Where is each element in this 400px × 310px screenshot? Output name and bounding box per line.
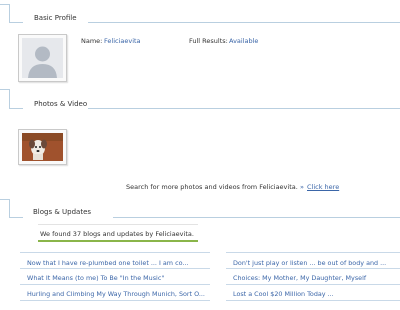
- photo-thumbnail[interactable]: [18, 129, 67, 165]
- header-rule: [88, 22, 400, 23]
- row-divider: [20, 284, 210, 285]
- header-rule: [113, 217, 400, 218]
- blog-item[interactable]: Choices: My Mother, My Daughter, Myself: [233, 274, 366, 282]
- row-divider: [20, 252, 210, 253]
- header-rule: [9, 199, 10, 217]
- row-divider: [226, 268, 400, 269]
- search-more-text: Search for more photos and videos from F…: [126, 183, 298, 191]
- header-rule: [9, 4, 10, 22]
- blog-item[interactable]: Don't just play or listen ... be out of …: [233, 259, 386, 267]
- row-divider: [20, 268, 210, 269]
- default-user-icon: [22, 38, 63, 78]
- summary-top-rule: [38, 224, 198, 225]
- row-divider: [226, 252, 400, 253]
- blog-item[interactable]: Now that I have re-plumbed one toilet ..…: [27, 259, 188, 267]
- row-divider: [20, 300, 210, 301]
- section-title: Blogs & Updates: [33, 208, 92, 216]
- full-results-label: Full Results:: [189, 37, 228, 45]
- dog-photo-icon: [22, 133, 63, 161]
- summary-underline: [38, 240, 198, 242]
- header-rule: [9, 217, 23, 218]
- row-divider: [226, 300, 400, 301]
- section-title: Basic Profile: [34, 14, 77, 22]
- blog-item[interactable]: Hurling and Climbing My Way Through Muni…: [27, 290, 205, 298]
- header-rule: [9, 89, 10, 108]
- arrow-icon: »: [300, 183, 304, 191]
- header-rule: [88, 108, 400, 109]
- header-rule: [9, 22, 23, 23]
- header-rule: [9, 108, 23, 109]
- avatar: [18, 34, 67, 82]
- section-title: Photos & Video: [34, 100, 88, 108]
- click-here-link[interactable]: Click here: [307, 183, 339, 191]
- blogs-summary: We found 37 blogs and updates by Felicia…: [40, 230, 194, 238]
- name-link[interactable]: Feliciaevita: [104, 37, 141, 45]
- blog-item[interactable]: Lost a Cool $20 Million Today ...: [233, 290, 334, 298]
- blog-item[interactable]: What It Means (to me) To Be "In the Musi…: [27, 274, 164, 282]
- full-results-link[interactable]: Available: [229, 37, 258, 45]
- row-divider: [226, 284, 400, 285]
- name-label: Name:: [81, 37, 103, 45]
